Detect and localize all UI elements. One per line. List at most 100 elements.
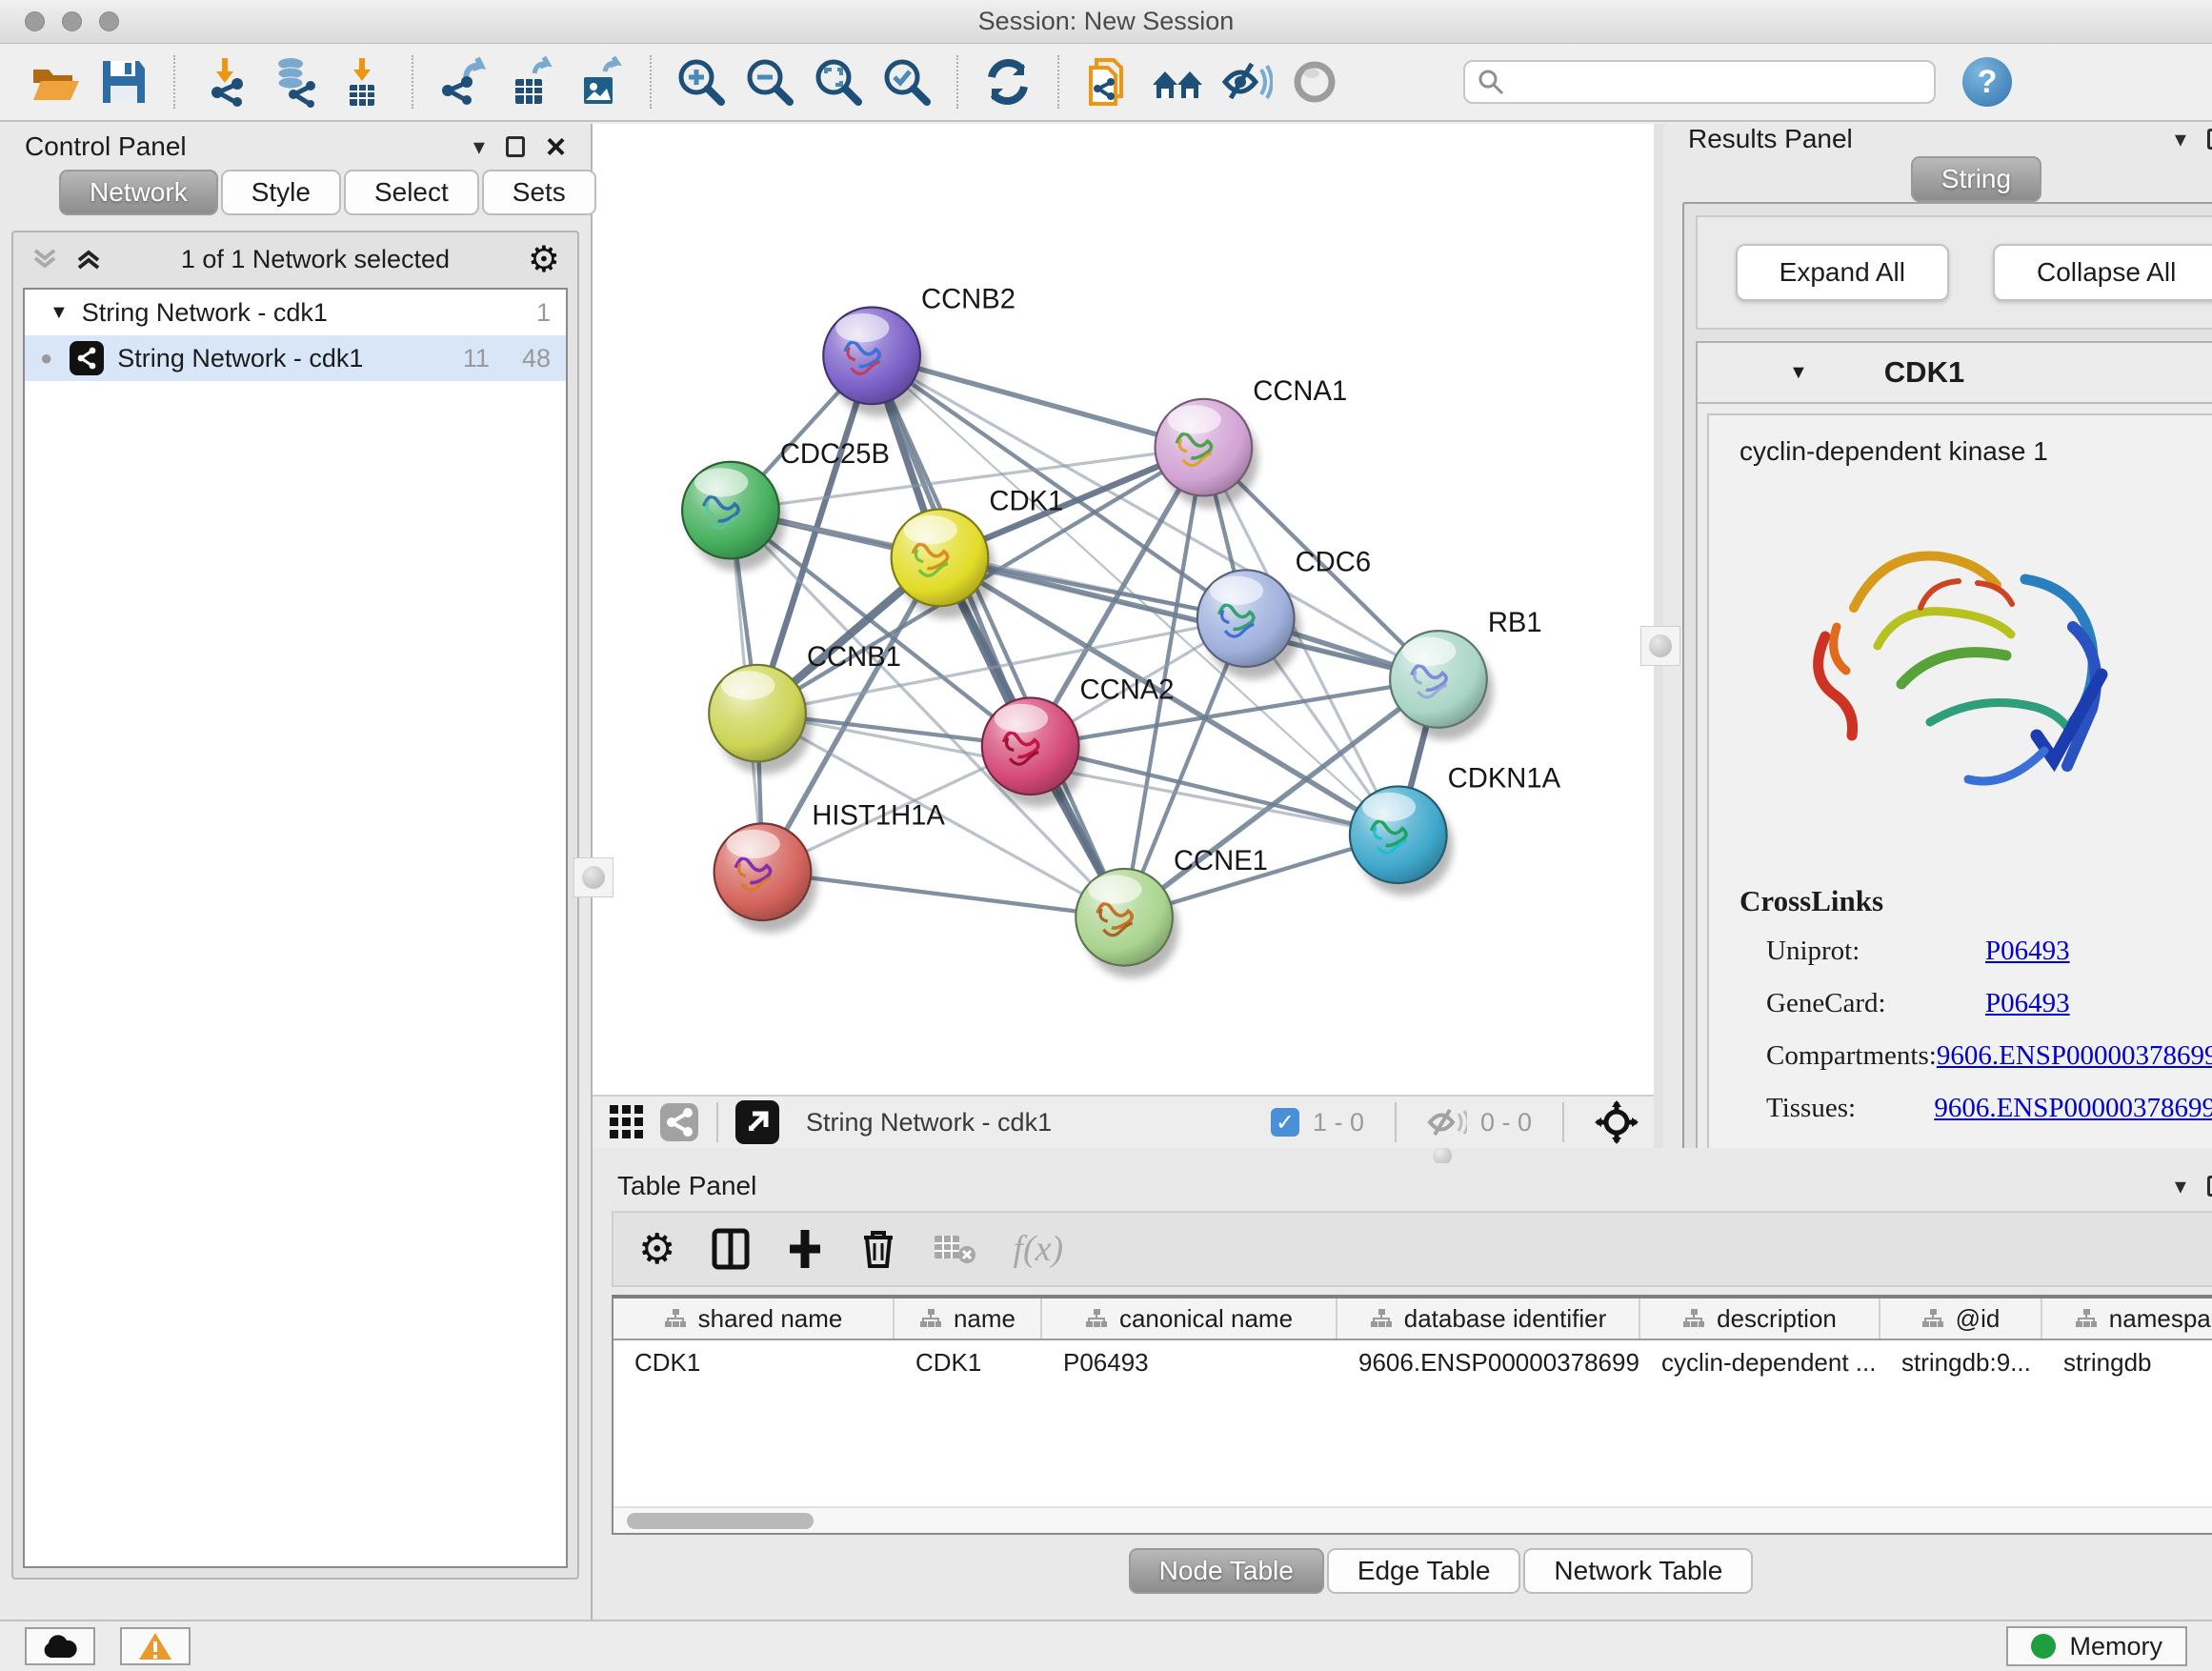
network-node-cdkn1a[interactable]: CDKN1A: [1350, 764, 1561, 896]
import-network-file-button[interactable]: [197, 54, 252, 110]
tab-sets[interactable]: Sets: [482, 170, 596, 215]
crosslink-link[interactable]: P06493: [1985, 988, 2070, 1019]
export-table-button[interactable]: [504, 54, 559, 110]
panel-menu-caret-icon[interactable]: ▾: [473, 133, 485, 161]
expand-all-button[interactable]: Expand All: [1736, 244, 1949, 301]
minimize-window-button[interactable]: [62, 11, 82, 31]
network-edge[interactable]: [872, 355, 1124, 916]
network-node-hist1h1a[interactable]: HIST1H1A: [714, 800, 946, 933]
sphere-view-button[interactable]: [1287, 54, 1342, 110]
tab-edge-table[interactable]: Edge Table: [1327, 1548, 1521, 1594]
right-splitter-handle[interactable]: [1640, 626, 1680, 666]
expand-all-icon[interactable]: [74, 247, 103, 272]
zoom-fit-icon: [813, 56, 864, 108]
export-network-button[interactable]: [435, 54, 491, 110]
tab-network-table[interactable]: Network Table: [1523, 1548, 1753, 1594]
refresh-view-button[interactable]: [980, 54, 1036, 110]
zoom-fit-button[interactable]: [811, 54, 866, 110]
crosslink-link[interactable]: P06493: [1985, 936, 2070, 967]
clone-network-button[interactable]: [1081, 54, 1136, 110]
network-row-selected[interactable]: ● String Network - cdk1 11 48: [25, 335, 566, 381]
table-cell[interactable]: stringdb: [2042, 1340, 2212, 1384]
float-panel-icon[interactable]: [2207, 129, 2212, 150]
open-session-button[interactable]: [28, 54, 83, 110]
toolbar-separator: [956, 55, 958, 109]
table-cell[interactable]: CDK1: [613, 1340, 895, 1384]
node-table: shared namenamecanonical namedatabase id…: [612, 1295, 2212, 1535]
table-cell[interactable]: P06493: [1042, 1340, 1337, 1384]
import-table-file-button[interactable]: [334, 54, 390, 110]
column-header-description[interactable]: description: [1640, 1299, 1880, 1339]
network-collection-row[interactable]: ▼ String Network - cdk1 1: [25, 290, 566, 335]
add-column-icon[interactable]: [786, 1228, 824, 1270]
scrollbar-thumb[interactable]: [627, 1513, 814, 1529]
table-cell[interactable]: 9606.ENSP00000378699: [1337, 1340, 1640, 1384]
cloud-status-button[interactable]: [25, 1627, 95, 1665]
export-image-button[interactable]: [573, 54, 628, 110]
tab-style[interactable]: Style: [221, 170, 341, 215]
horizontal-scrollbar[interactable]: [613, 1506, 2212, 1533]
zoom-window-button[interactable]: [99, 11, 119, 31]
gear-icon[interactable]: ⚙: [528, 238, 560, 281]
table-cell[interactable]: CDK1: [895, 1340, 1042, 1384]
table-cell[interactable]: cyclin-dependent ...: [1640, 1340, 1880, 1384]
show-columns-icon[interactable]: [712, 1228, 750, 1270]
tab-select[interactable]: Select: [344, 170, 479, 215]
tab-node-table[interactable]: Node Table: [1129, 1548, 1324, 1594]
network-edge[interactable]: [1031, 746, 1398, 835]
delete-column-icon[interactable]: [860, 1228, 896, 1270]
traffic-lights: [25, 11, 119, 31]
crosslink-link[interactable]: 9606.ENSP00000378699: [1937, 1040, 2212, 1072]
network-node-cdk1[interactable]: CDK1: [892, 487, 1064, 619]
float-panel-icon[interactable]: [2207, 1176, 2212, 1197]
network-canvas[interactable]: CCNB2CCNA1CDC25BCDK1CDC6RB1CCNB1CCNA2CDK…: [593, 124, 1654, 1095]
collection-caret-icon[interactable]: ▼: [50, 302, 69, 324]
hide-unhide-button[interactable]: [1218, 54, 1274, 110]
tab-network[interactable]: Network: [59, 170, 218, 215]
table-row[interactable]: CDK1CDK1P064939606.ENSP00000378699cyclin…: [613, 1340, 2212, 1384]
entry-description: cyclin-dependent kinase 1: [1739, 436, 2212, 467]
entry-caret-icon[interactable]: ▼: [1789, 362, 1808, 384]
left-splitter-handle[interactable]: [573, 857, 613, 897]
tab-string[interactable]: String: [1911, 156, 2041, 202]
collapse-all-icon[interactable]: [30, 247, 59, 272]
zoom-selected-button[interactable]: [879, 54, 935, 110]
memory-button[interactable]: Memory: [2006, 1626, 2187, 1666]
close-window-button[interactable]: [25, 11, 45, 31]
crosslink-label: Uniprot:: [1766, 936, 1985, 967]
zoom-out-button[interactable]: [742, 54, 797, 110]
help-button[interactable]: ?: [1962, 57, 2012, 107]
float-panel-icon[interactable]: [506, 136, 525, 157]
network-node-cdc6[interactable]: CDC6: [1197, 547, 1371, 679]
table-cell[interactable]: stringdb:9...: [1880, 1340, 2042, 1384]
status-bar: Memory: [0, 1620, 2212, 1671]
panel-menu-caret-icon[interactable]: ▾: [2175, 1173, 2186, 1200]
crosslink-label: GeneCard:: [1766, 988, 1985, 1019]
network-node-ccna1[interactable]: CCNA1: [1156, 376, 1348, 509]
column-header-@id[interactable]: @id: [1880, 1299, 2042, 1339]
network-label: String Network - cdk1: [117, 344, 363, 373]
table-gear-icon[interactable]: ⚙: [638, 1225, 675, 1274]
close-panel-icon[interactable]: ×: [546, 132, 566, 161]
network-node-ccnb2[interactable]: CCNB2: [823, 285, 1016, 417]
column-header-shared-name[interactable]: shared name: [613, 1299, 895, 1339]
warning-status-button[interactable]: [120, 1627, 191, 1665]
zoom-in-button[interactable]: [674, 54, 729, 110]
column-header-namespace[interactable]: namespace: [2042, 1299, 2212, 1339]
save-session-button[interactable]: [96, 54, 151, 110]
import-network-database-button[interactable]: [266, 54, 321, 110]
column-header-canonical-name[interactable]: canonical name: [1042, 1299, 1337, 1339]
home-view-button[interactable]: [1150, 54, 1205, 110]
column-header-database-identifier[interactable]: database identifier: [1337, 1299, 1640, 1339]
network-node-ccne1[interactable]: CCNE1: [1076, 846, 1268, 978]
network-node-ccnb1[interactable]: CCNB1: [709, 642, 901, 775]
search-input[interactable]: [1505, 68, 1922, 97]
node-label: RB1: [1488, 608, 1542, 638]
network-graph[interactable]: CCNB2CCNA1CDC25BCDK1CDC6RB1CCNB1CCNA2CDK…: [593, 124, 1654, 1174]
entry-header[interactable]: ▼ CDK1: [1698, 343, 2212, 404]
collapse-all-button[interactable]: Collapse All: [1993, 244, 2212, 301]
panel-menu-caret-icon[interactable]: ▾: [2175, 126, 2186, 153]
column-header-name[interactable]: name: [895, 1299, 1042, 1339]
crosslink-link[interactable]: 9606.ENSP00000378699: [1934, 1093, 2212, 1124]
network-node-rb1[interactable]: RB1: [1390, 608, 1542, 740]
